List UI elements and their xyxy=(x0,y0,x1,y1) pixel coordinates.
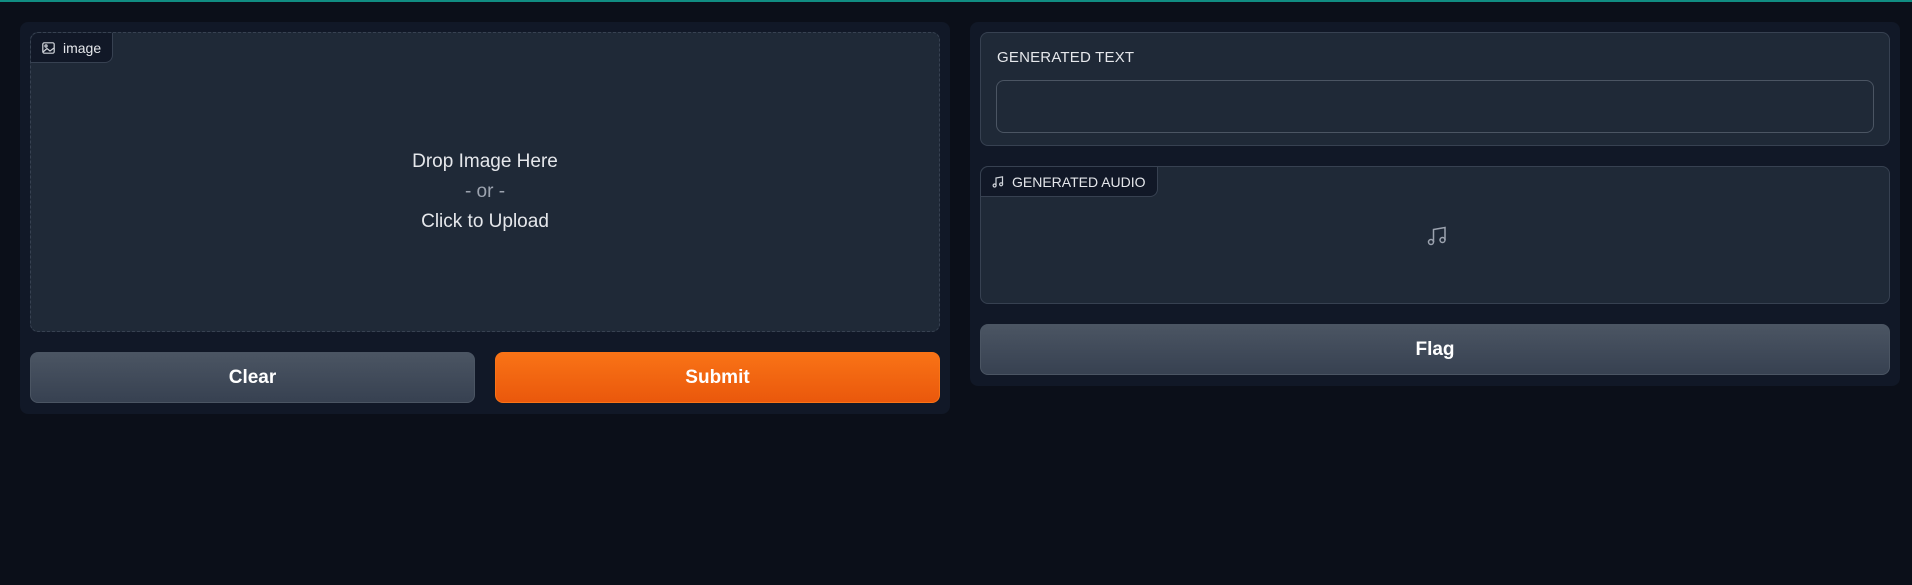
image-icon xyxy=(42,41,55,54)
music-note-icon xyxy=(1426,225,1448,252)
image-label-text: image xyxy=(63,39,102,56)
input-panel: image Drop Image Here - or - Click to Up… xyxy=(20,22,950,414)
generated-audio-label-text: GENERATED AUDIO xyxy=(1012,173,1146,190)
drop-title: Drop Image Here xyxy=(412,151,558,172)
flag-button[interactable]: Flag xyxy=(980,324,1890,375)
submit-button[interactable]: Submit xyxy=(495,352,940,403)
image-input-label: image xyxy=(31,33,114,63)
generated-audio-block: GENERATED AUDIO xyxy=(980,166,1890,304)
generated-text-label: GENERATED TEXT xyxy=(997,49,1135,66)
generated-audio-label: GENERATED AUDIO xyxy=(981,167,1158,197)
drop-or: - or - xyxy=(464,181,506,202)
generated-text-block: GENERATED TEXT xyxy=(980,32,1890,146)
top-accent-bar xyxy=(0,0,1912,2)
output-panel: GENERATED TEXT GENERATED AUDIO Flag xyxy=(970,22,1900,386)
click-to-upload[interactable]: Click to Upload xyxy=(31,207,939,237)
clear-button[interactable]: Clear xyxy=(30,352,475,403)
dropzone-instructions: Drop Image Here - or - Click to Upload xyxy=(31,147,939,237)
image-upload-dropzone[interactable]: image Drop Image Here - or - Click to Up… xyxy=(30,32,940,332)
music-note-icon xyxy=(992,175,1004,188)
generated-text-output[interactable] xyxy=(996,80,1874,133)
